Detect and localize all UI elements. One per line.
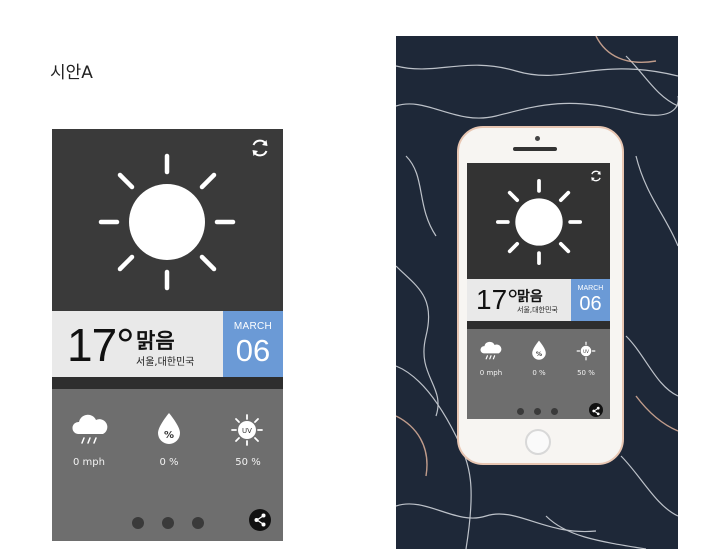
- design-caption: 시안A: [50, 63, 93, 83]
- share-button-small[interactable]: [589, 403, 603, 417]
- date-month-small: MARCH: [577, 285, 604, 292]
- date-day: 06: [235, 333, 271, 368]
- weather-app-screen-large: 17° 맑음 서울,대한민국 MARCH 06 0 mph % 0 % UV 5…: [52, 129, 283, 541]
- camera-icon: [535, 136, 540, 141]
- sun-icon-small: [496, 179, 582, 265]
- wind-value: 0 mph: [73, 457, 105, 468]
- humidity-glyph-small: %: [536, 351, 542, 358]
- refresh-icon[interactable]: [249, 137, 271, 159]
- uv-value-small: 50 %: [577, 369, 595, 377]
- share-button[interactable]: [249, 509, 271, 531]
- temperature-value-small: 17°: [476, 284, 519, 315]
- date-month: MARCH: [233, 321, 273, 332]
- page-dot-small-1[interactable]: [517, 408, 524, 415]
- weather-app-screen-small: 17° 맑음 서울,대한민국 MARCH 06 0 mph % 0 % UV 5…: [467, 163, 610, 419]
- divider-bar: [52, 377, 283, 389]
- humidity-drop-icon-small: %: [532, 340, 546, 360]
- uv-glyph-small: UV: [583, 349, 589, 354]
- weather-condition-small: 맑음: [517, 289, 543, 305]
- rain-cloud-icon: [72, 414, 108, 444]
- refresh-icon-small[interactable]: [589, 169, 603, 183]
- uv-value: 50 %: [235, 457, 261, 468]
- humidity-value: 0 %: [159, 457, 179, 468]
- location-label: 서울,대한민국: [136, 357, 195, 368]
- page-dot-1[interactable]: [132, 517, 144, 529]
- sun-icon: [98, 153, 236, 291]
- divider-bar-small: [467, 321, 610, 329]
- wind-value-small: 0 mph: [479, 369, 503, 377]
- page-dot-small-3[interactable]: [551, 408, 558, 415]
- share-icon-small: [592, 406, 600, 416]
- page-dot-3[interactable]: [192, 517, 204, 529]
- location-label-small: 서울,대한민국: [517, 306, 558, 314]
- humidity-drop-icon: %: [158, 413, 180, 444]
- humidity-value-small: 0 %: [532, 369, 546, 377]
- uv-glyph: UV: [242, 427, 252, 435]
- rain-cloud-icon-small: [480, 341, 502, 360]
- page-dot-2[interactable]: [162, 517, 174, 529]
- date-day-small: 06: [579, 293, 602, 315]
- humidity-glyph: %: [164, 430, 174, 441]
- date-badge-small: MARCH 06: [571, 279, 610, 321]
- share-icon: [254, 513, 266, 527]
- weather-condition: 맑음: [136, 329, 175, 353]
- page-dot-small-2[interactable]: [534, 408, 541, 415]
- speaker-grill: [513, 147, 557, 151]
- uv-sun-icon-small: UV: [576, 341, 596, 361]
- uv-sun-icon: UV: [231, 414, 263, 446]
- date-badge: MARCH 06: [223, 311, 283, 377]
- temperature-value: 17°: [67, 319, 135, 371]
- home-button[interactable]: [525, 429, 551, 455]
